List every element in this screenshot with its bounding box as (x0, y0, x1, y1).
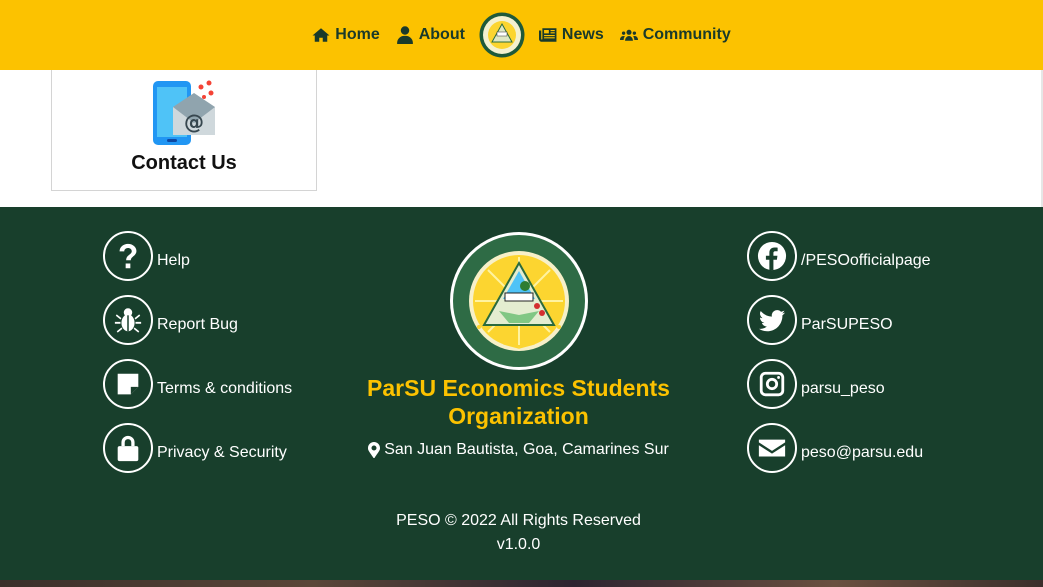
instagram-icon (747, 359, 797, 409)
twitter-link[interactable]: ParSUPESO (747, 295, 893, 345)
address-text: San Juan Bautista, Goa, Camarines Sur (384, 441, 669, 458)
question-icon (103, 231, 153, 281)
users-icon (619, 29, 638, 41)
contact-us-card[interactable]: @ Contact Us (51, 70, 317, 191)
contact-us-label: Contact Us (131, 152, 237, 174)
map-marker-icon (368, 442, 381, 458)
lock-icon (103, 423, 153, 473)
peso-organization-logo (450, 232, 588, 370)
report-bug-link[interactable]: Report Bug (103, 295, 238, 345)
nav-news-label: News (561, 26, 604, 43)
newspaper-icon (538, 28, 557, 42)
home-icon (312, 28, 330, 42)
copyright-block: PESO © 2022 All Rights Reserved v1.0.0 (320, 509, 717, 557)
instagram-label: parsu_peso (801, 380, 885, 397)
nav-community-label: Community (642, 26, 731, 43)
top-navbar: Home About News Community (0, 0, 1043, 70)
nav-about-label: About (418, 26, 465, 43)
nav-home-label: Home (335, 26, 380, 43)
facebook-link[interactable]: /PESOofficialpage (747, 231, 931, 281)
nav-home[interactable]: Home (312, 26, 380, 44)
facebook-label: /PESOofficialpage (801, 252, 931, 269)
user-icon (396, 26, 413, 44)
address: San Juan Bautista, Goa, Camarines Sur (360, 441, 677, 459)
nav-news[interactable]: News (538, 26, 604, 44)
background-image-strip (0, 580, 1043, 587)
terms-link[interactable]: Terms & conditions (103, 359, 292, 409)
privacy-label: Privacy & Security (157, 444, 287, 461)
twitter-icon (747, 295, 797, 345)
version-text: v1.0.0 (496, 536, 541, 553)
facebook-icon (747, 231, 797, 281)
email-link[interactable]: peso@parsu.edu (747, 423, 923, 473)
sticky-note-icon (103, 359, 153, 409)
email-label: peso@parsu.edu (801, 444, 924, 461)
site-footer: Help Report Bug Terms & conditions Priva… (0, 207, 1043, 580)
peso-logo-icon[interactable] (479, 12, 525, 58)
report-bug-label: Report Bug (157, 316, 238, 333)
organization-name: ParSU Economics Students Organization (367, 375, 670, 429)
envelope-icon (747, 423, 797, 473)
svg-text:@: @ (184, 110, 204, 134)
bug-icon (103, 295, 153, 345)
contact-phone-mail-icon: @ (153, 80, 215, 145)
help-link[interactable]: Help (103, 231, 190, 281)
nav-about[interactable]: About (396, 26, 465, 44)
terms-label: Terms & conditions (157, 380, 293, 397)
help-label: Help (157, 252, 190, 269)
copyright-text: PESO © 2022 All Rights Reserved (396, 512, 641, 529)
privacy-link[interactable]: Privacy & Security (103, 423, 287, 473)
twitter-label: ParSUPESO (801, 316, 893, 333)
nav-community[interactable]: Community (619, 26, 731, 44)
instagram-link[interactable]: parsu_peso (747, 359, 885, 409)
